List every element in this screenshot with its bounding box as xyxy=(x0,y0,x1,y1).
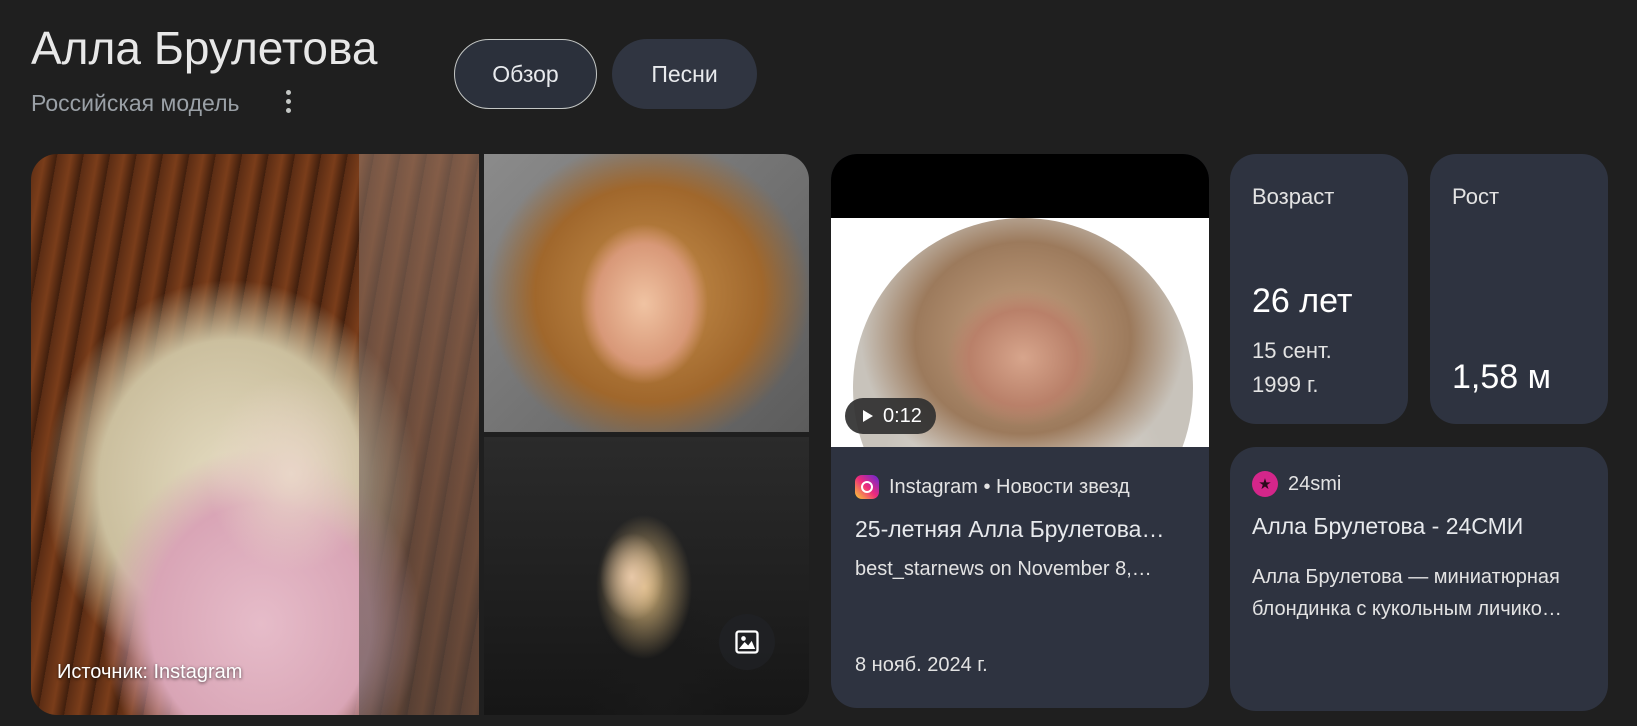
fact-height-value: 1,58 м xyxy=(1452,358,1551,396)
news-description: Алла Брулетова — миниатюрная блондинка с… xyxy=(1252,566,1562,620)
fact-height-label: Рост xyxy=(1452,184,1500,209)
play-icon xyxy=(863,410,873,422)
instagram-icon xyxy=(855,475,879,499)
image-source-label: Источник: Instagram xyxy=(57,661,243,683)
news-title[interactable]: Алла Брулетова - 24СМИ xyxy=(1252,513,1592,540)
gallery-photo-dark[interactable] xyxy=(484,437,809,715)
fact-age-label: Возраст xyxy=(1252,184,1335,209)
fact-card-age[interactable]: Возраст 26 лет 15 сент. 1999 г. xyxy=(1230,154,1408,424)
news-source: ★ 24smi xyxy=(1252,471,1341,497)
page-title: Алла Брулетова xyxy=(31,22,378,74)
video-thumbnail[interactable]: 0:12 xyxy=(831,154,1209,447)
fact-card-height[interactable]: Рост 1,58 м xyxy=(1430,154,1608,424)
video-source: Instagram • Новости звезд xyxy=(855,474,1195,500)
video-duration: 0:12 xyxy=(845,398,936,434)
video-card[interactable]: 0:12 Instagram • Новости звезд 25-летняя… xyxy=(831,154,1209,708)
video-date: 8 нояб. 2024 г. xyxy=(855,654,988,676)
video-description: best_starnews on November 8,… xyxy=(855,558,1152,580)
video-title[interactable]: 25-летняя Алла Брулетова… xyxy=(855,514,1195,544)
more-vert-icon[interactable] xyxy=(278,86,298,116)
image-icon[interactable] xyxy=(719,614,775,670)
tab-overview[interactable]: Обзор xyxy=(454,39,597,109)
image-glyph xyxy=(735,630,759,654)
news-card[interactable]: ★ 24smi Алла Брулетова - 24СМИ Алла Брул… xyxy=(1230,447,1608,711)
fact-age-value: 26 лет xyxy=(1252,282,1353,320)
page-subtitle: Российская модель xyxy=(31,90,240,116)
star-icon: ★ xyxy=(1252,471,1278,497)
fact-age-birthdate: 15 сент. 1999 г. xyxy=(1252,338,1332,397)
tab-songs[interactable]: Песни xyxy=(612,39,757,109)
gallery-photo-portrait[interactable] xyxy=(484,154,809,432)
gallery-main-photo[interactable] xyxy=(31,154,479,715)
